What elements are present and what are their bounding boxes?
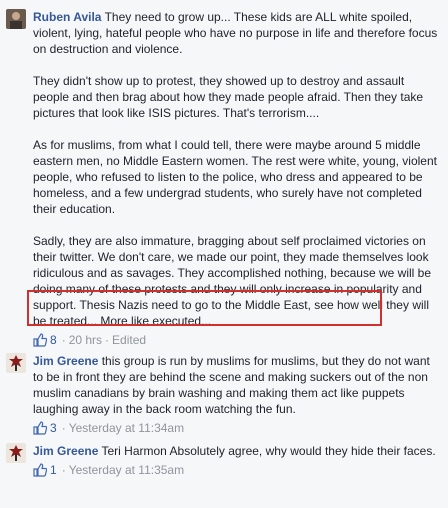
like-count[interactable]: 3	[50, 420, 57, 436]
comment-meta: 1 · Yesterday at 11:35am	[33, 462, 440, 478]
timestamp[interactable]: Yesterday at 11:34am	[69, 420, 184, 436]
thumbs-up-icon[interactable]	[33, 333, 48, 347]
comment-meta: 3 · Yesterday at 11:34am	[33, 420, 440, 436]
thumbs-up-icon[interactable]	[33, 463, 48, 477]
separator: ·	[61, 421, 66, 435]
profile-photo-icon	[6, 9, 26, 29]
avatar[interactable]	[6, 9, 26, 29]
comment-body: Jim Greene Teri Harmon Absolutely agree,…	[33, 443, 440, 478]
separator: ·	[61, 463, 66, 477]
thumbs-up-icon[interactable]	[33, 421, 48, 435]
separator: ·	[105, 333, 110, 347]
comment-body: Ruben Avila They need to grow up... Thes…	[33, 9, 440, 348]
author-name[interactable]: Jim Greene	[33, 444, 98, 458]
comment-paragraph: Jim Greene Teri Harmon Absolutely agree,…	[33, 444, 436, 458]
comment-paragraph: They didn't show up to protest, they sho…	[33, 74, 424, 120]
separator: ·	[61, 333, 66, 347]
profile-photo-icon	[6, 353, 26, 373]
comment-meta: 8 · 20 hrs · Edited	[33, 332, 440, 348]
profile-photo-icon	[6, 443, 26, 463]
author-name[interactable]: Ruben Avila	[33, 10, 101, 24]
comment-body: Jim Greene this group is run by muslims …	[33, 353, 440, 436]
comment-paragraph: Sadly, they are also immature, bragging …	[33, 234, 432, 328]
avatar[interactable]	[6, 353, 26, 373]
edited-label[interactable]: Edited	[112, 332, 146, 348]
comment-paragraph: Jim Greene this group is run by muslims …	[33, 354, 430, 416]
like-count[interactable]: 1	[50, 462, 57, 478]
like-count[interactable]: 8	[50, 332, 57, 348]
comment-paragraph: As for muslims, from what I could tell, …	[33, 138, 437, 216]
avatar[interactable]	[6, 443, 26, 463]
timestamp[interactable]: Yesterday at 11:35am	[69, 462, 184, 478]
author-name[interactable]: Jim Greene	[33, 354, 98, 368]
timestamp[interactable]: 20 hrs	[69, 332, 102, 348]
comment-paragraph: Ruben Avila They need to grow up... Thes…	[33, 10, 438, 56]
